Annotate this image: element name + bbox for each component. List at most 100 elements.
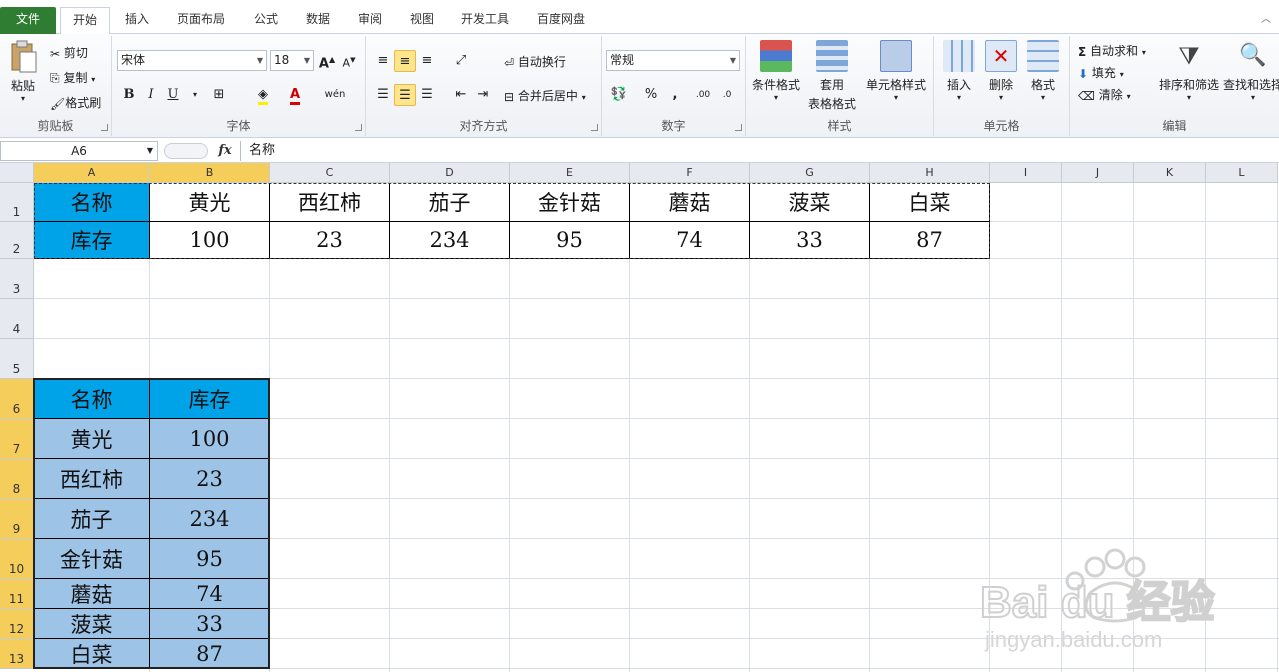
align-center-button[interactable]: ☰ xyxy=(394,84,416,106)
number-launcher-icon[interactable] xyxy=(735,124,742,131)
font-size-select[interactable]: 18 ▼ xyxy=(270,50,314,71)
font-color-button[interactable]: A xyxy=(284,84,306,106)
decrease-decimal-button[interactable]: .0 xyxy=(716,84,738,106)
column-header-i[interactable]: I xyxy=(990,163,1062,183)
worksheet-grid[interactable]: A B C D E F G H I J K L 1 2 3 4 5 6 7 8 9 10 11 12 13 名称 黄光 西红柿 茄子 金针… xyxy=(0,163,1279,672)
tab-baidu-netdisk[interactable]: 百度网盘 xyxy=(528,7,594,34)
grow-font-button[interactable]: A▲ xyxy=(316,49,338,71)
cell-d2[interactable]: 234 xyxy=(390,222,510,259)
cell-h2[interactable]: 87 xyxy=(870,222,990,259)
clear-button[interactable]: ⌫ 清除 ▾ xyxy=(1078,86,1131,103)
row-header-9[interactable]: 9 xyxy=(0,499,34,539)
number-format-select[interactable]: 常规 ▼ xyxy=(606,50,740,71)
conditional-format-button[interactable]: 条件格式 ▾ xyxy=(748,40,804,102)
tab-developer[interactable]: 开发工具 xyxy=(452,7,518,34)
find-select-button[interactable]: 🔍 查找和选择 ▾ xyxy=(1222,40,1279,102)
wrap-text-button[interactable]: ⏎ 自动换行 xyxy=(504,53,566,70)
cell-a7[interactable]: 黄光 xyxy=(34,419,150,459)
cell-b2[interactable]: 100 xyxy=(150,222,270,259)
align-bottom-button[interactable]: ≡ xyxy=(416,50,438,72)
align-left-button[interactable]: ☰ xyxy=(372,84,394,106)
cell-b13[interactable]: 87 xyxy=(150,639,270,669)
row-header-1[interactable]: 1 xyxy=(0,183,34,222)
underline-button[interactable]: U xyxy=(162,84,184,106)
font-name-select[interactable]: 宋体 ▼ xyxy=(117,50,267,71)
cell-h1[interactable]: 白菜 xyxy=(870,183,990,222)
cell-f2[interactable]: 74 xyxy=(630,222,750,259)
orientation-button[interactable]: ⤢ xyxy=(450,50,472,72)
cell-styles-button[interactable]: 单元格样式 ▾ xyxy=(862,40,930,102)
accounting-format-button[interactable]: 💱 xyxy=(608,84,630,106)
cell-b7[interactable]: 100 xyxy=(150,419,270,459)
tab-home[interactable]: 开始 xyxy=(60,7,110,35)
column-header-b[interactable]: B xyxy=(150,163,270,183)
cell-f1[interactable]: 蘑菇 xyxy=(630,183,750,222)
column-header-f[interactable]: F xyxy=(630,163,750,183)
cell-b9[interactable]: 234 xyxy=(150,499,270,539)
cell-c1[interactable]: 西红柿 xyxy=(270,183,390,222)
column-header-a[interactable]: A xyxy=(34,163,150,183)
tab-formulas[interactable]: 公式 xyxy=(244,7,288,34)
increase-decimal-button[interactable]: .00 xyxy=(692,84,714,106)
column-header-g[interactable]: G xyxy=(750,163,870,183)
cell-g2[interactable]: 33 xyxy=(750,222,870,259)
phonetic-button[interactable]: wén xyxy=(324,84,346,106)
paste-button[interactable]: 粘贴 ▾ xyxy=(4,40,42,103)
cell-a6[interactable]: 名称 xyxy=(34,379,150,419)
select-all-corner[interactable] xyxy=(0,163,34,183)
cell-a8[interactable]: 西红柿 xyxy=(34,459,150,499)
font-launcher-icon[interactable] xyxy=(355,124,362,131)
cell-b1[interactable]: 黄光 xyxy=(150,183,270,222)
cell-b8[interactable]: 23 xyxy=(150,459,270,499)
insert-cells-button[interactable]: 插入 ▾ xyxy=(938,40,980,102)
align-right-button[interactable]: ☰ xyxy=(416,84,438,106)
shrink-font-button[interactable]: A▼ xyxy=(338,49,360,71)
tab-file[interactable]: 文件 xyxy=(0,7,56,34)
align-middle-button[interactable]: ≡ xyxy=(394,50,416,72)
cell-a1[interactable]: 名称 xyxy=(34,183,150,222)
cell-g1[interactable]: 菠菜 xyxy=(750,183,870,222)
row-header-11[interactable]: 11 xyxy=(0,579,34,609)
column-header-d[interactable]: D xyxy=(390,163,510,183)
row-header-3[interactable]: 3 xyxy=(0,259,34,299)
column-header-c[interactable]: C xyxy=(270,163,390,183)
fill-color-button[interactable]: ◈ xyxy=(252,84,274,106)
row-header-2[interactable]: 2 xyxy=(0,222,34,259)
row-header-7[interactable]: 7 xyxy=(0,419,34,459)
formula-input[interactable]: 名称 xyxy=(240,141,1279,161)
cell-b10[interactable]: 95 xyxy=(150,539,270,579)
row-header-4[interactable]: 4 xyxy=(0,299,34,339)
cell-c2[interactable]: 23 xyxy=(270,222,390,259)
fill-button[interactable]: ⬇ 填充 ▾ xyxy=(1078,64,1124,81)
row-header-8[interactable]: 8 xyxy=(0,459,34,499)
underline-dropdown-icon[interactable]: ▾ xyxy=(184,84,206,106)
cell-e1[interactable]: 金针菇 xyxy=(510,183,630,222)
delete-cells-button[interactable]: ✕ 删除 ▾ xyxy=(980,40,1022,102)
increase-indent-button[interactable]: ⇥ xyxy=(472,84,494,106)
column-header-h[interactable]: H xyxy=(870,163,990,183)
tab-review[interactable]: 审阅 xyxy=(348,7,392,34)
cell-a12[interactable]: 菠菜 xyxy=(34,609,150,639)
cell-b12[interactable]: 33 xyxy=(150,609,270,639)
cell-b11[interactable]: 74 xyxy=(150,579,270,609)
row-header-6[interactable]: 6 xyxy=(0,379,34,419)
row-header-5[interactable]: 5 xyxy=(0,339,34,379)
alignment-launcher-icon[interactable] xyxy=(591,124,598,131)
column-header-j[interactable]: J xyxy=(1062,163,1134,183)
tab-data[interactable]: 数据 xyxy=(296,7,340,34)
cell-b6[interactable]: 库存 xyxy=(150,379,270,419)
bold-button[interactable]: B xyxy=(118,84,140,106)
cell-d1[interactable]: 茄子 xyxy=(390,183,510,222)
cell-a13[interactable]: 白菜 xyxy=(34,639,150,669)
insert-function-icon[interactable]: fx xyxy=(214,141,236,161)
clipboard-launcher-icon[interactable] xyxy=(101,124,108,131)
cell-a10[interactable]: 金针菇 xyxy=(34,539,150,579)
cell-e2[interactable]: 95 xyxy=(510,222,630,259)
autosum-button[interactable]: Σ 自动求和 ▾ xyxy=(1078,42,1146,59)
cell-a11[interactable]: 蘑菇 xyxy=(34,579,150,609)
cut-button[interactable]: ✂ 剪切 xyxy=(50,44,88,61)
row-header-12[interactable]: 12 xyxy=(0,609,34,639)
cell-a2[interactable]: 库存 xyxy=(34,222,150,259)
tab-page-layout[interactable]: 页面布局 xyxy=(168,7,234,34)
formula-bar-splitter[interactable] xyxy=(164,143,208,159)
